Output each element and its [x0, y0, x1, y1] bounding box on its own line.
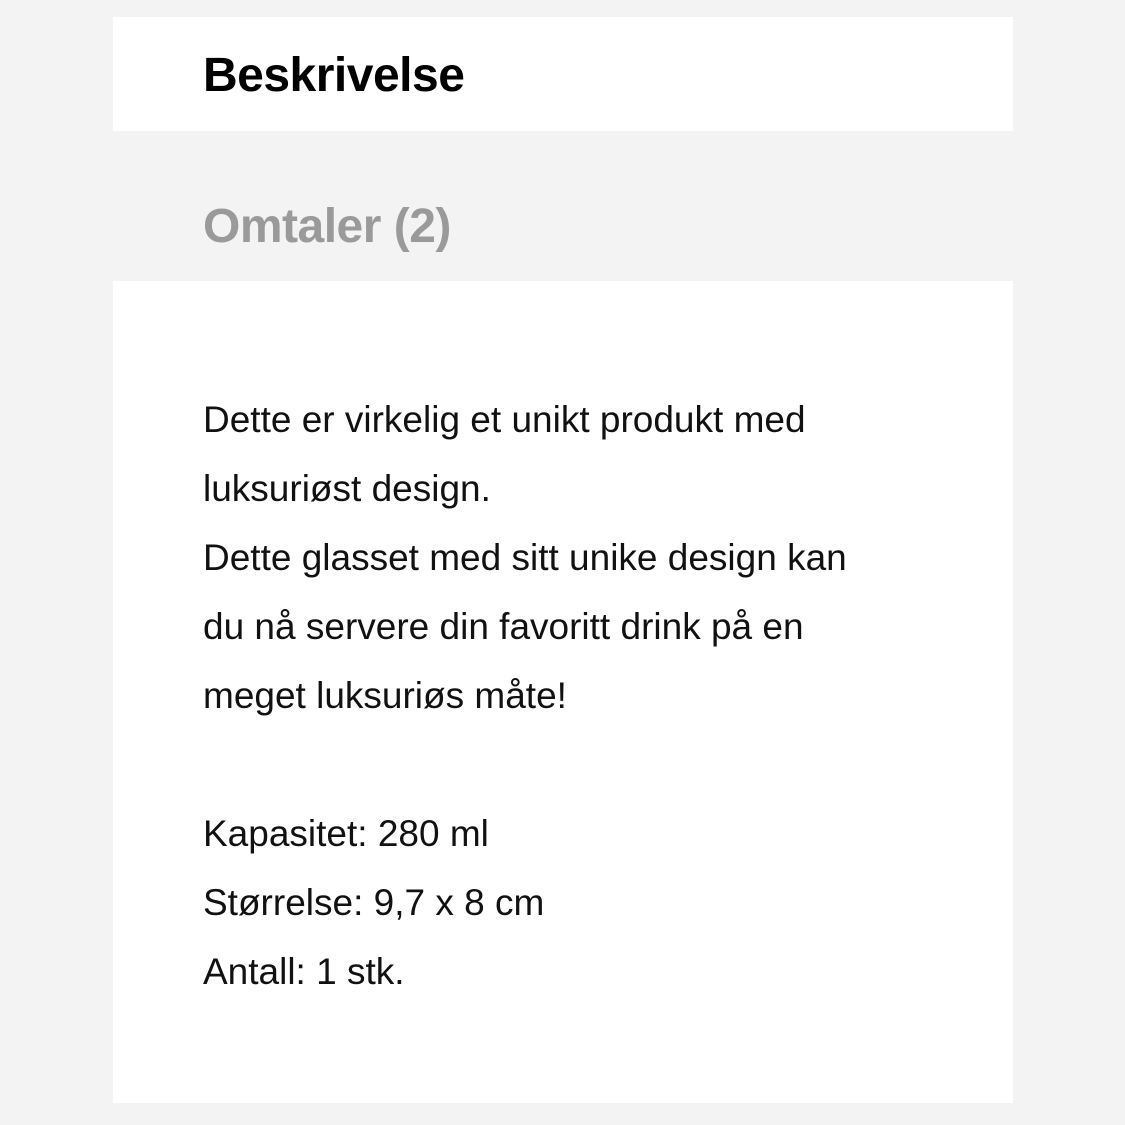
tab-description[interactable]: Beskrivelse — [113, 17, 1013, 131]
description-line: Dette er virkelig et unikt produkt med — [203, 399, 806, 440]
description-line: Dette glasset med sitt unike design kan — [203, 537, 847, 578]
tab-reviews-label: Omtaler (2) — [203, 200, 451, 253]
spec-quantity: Antall: 1 stk. — [203, 951, 405, 992]
tab-description-label: Beskrivelse — [203, 49, 465, 102]
description-panel: Dette er virkelig et unikt produkt med l… — [113, 281, 1013, 1103]
tab-reviews[interactable]: Omtaler (2) — [113, 131, 1013, 281]
spec-capacity: Kapasitet: 280 ml — [203, 813, 489, 854]
spec-size: Størrelse: 9,7 x 8 cm — [203, 882, 545, 923]
tab-list: Beskrivelse — [113, 17, 1013, 131]
description-line: luksuriøst design. — [203, 468, 491, 509]
description-line: meget luksuriøs måte! — [203, 675, 567, 716]
description-line: du nå servere din favoritt drink på en — [203, 606, 804, 647]
